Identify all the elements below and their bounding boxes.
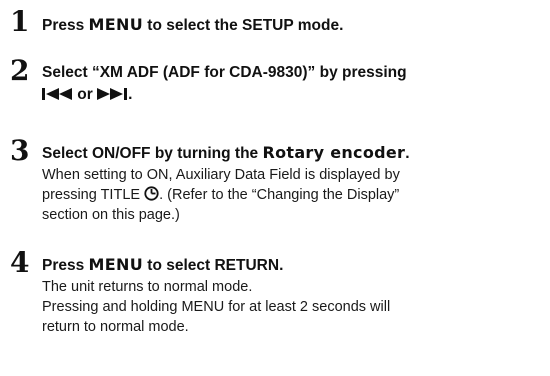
menu-key-label: MENU [181,299,225,315]
heading-text: Press [42,257,89,274]
heading-text: . [128,86,133,103]
description-line: return to normal mode. [42,319,189,335]
heading-text: to select the SETUP mode. [142,17,344,34]
description-text: for at least 2 seconds will [224,299,391,315]
skip-forward-icon [97,88,128,100]
menu-key-label: MENU [88,255,143,274]
description-line: Pressing and holding MENU for at least 2… [42,297,542,317]
rotary-encoder-label: Rotary encoder [262,143,406,162]
description-text: . (Refer to the “Changing the Display” [159,187,400,203]
menu-key-label: MENU [88,15,143,34]
step-description: When setting to ON, Auxiliary Data Field… [42,165,542,225]
skip-back-icon [42,88,72,100]
heading-text: or [73,86,98,103]
step-heading: Select “XM ADF (ADF for CDA-9830)” by pr… [42,64,407,81]
step-body: Select “XM ADF (ADF for CDA-9830)” by pr… [42,62,542,106]
step-heading: Select ON/OFF by turning the Rotary enco… [42,142,542,165]
step-number: 3 [10,134,30,167]
instruction-page: 1 Press MENU to select the SETUP mode. 2… [0,0,550,376]
step-heading: Press MENU to select the SETUP mode. [42,14,542,37]
description-line: pressing TITLE . (Refer to the “Changing… [42,185,542,205]
step-heading-line2: or . [42,84,542,106]
heading-text: . [405,145,410,162]
step-heading: Press MENU to select RETURN. [42,254,542,277]
heading-text: Select ON/OFF by turning the [42,145,263,162]
heading-text: to select RETURN. [142,257,284,274]
step-number: 1 [10,5,30,38]
step-description: The unit returns to normal mode. Pressin… [42,277,542,337]
step-body: Press MENU to select the SETUP mode. [42,14,542,37]
description-line: When setting to ON, Auxiliary Data Field… [42,167,400,183]
step-number: 4 [10,246,30,279]
step-body: Press MENU to select RETURN. The unit re… [42,254,542,337]
clock-icon [144,186,159,201]
description-line: The unit returns to normal mode. [42,279,253,295]
description-text: pressing TITLE [42,187,145,203]
description-text: Pressing and holding [42,299,182,315]
heading-text: Press [42,17,89,34]
description-line: section on this page.) [42,207,180,223]
step-number: 2 [10,54,30,87]
step-body: Select ON/OFF by turning the Rotary enco… [42,142,542,225]
